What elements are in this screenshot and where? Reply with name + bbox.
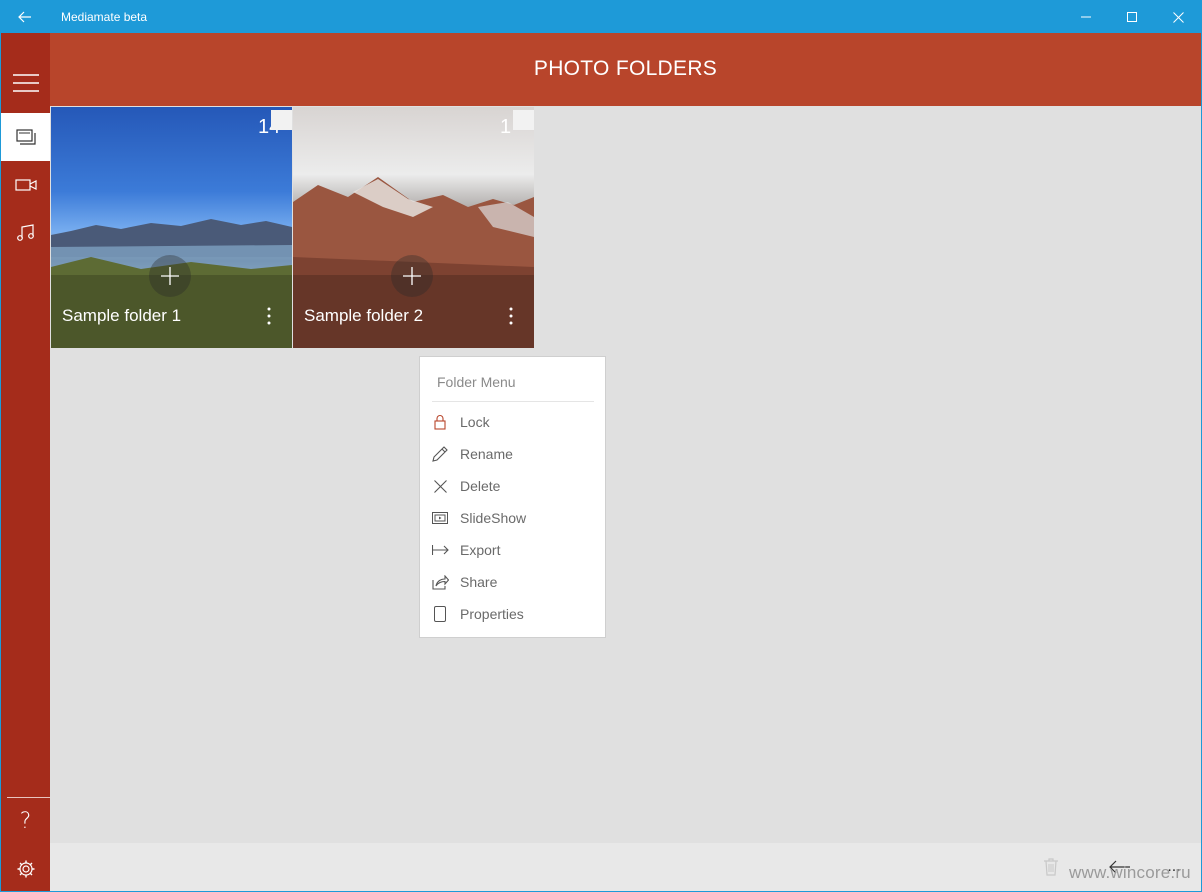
plus-icon [161, 267, 179, 285]
more-vertical-icon [509, 307, 513, 325]
folder-tile[interactable]: 1 Sample folder 2 [293, 107, 534, 348]
hamburger-icon [12, 74, 39, 92]
gear-icon [17, 860, 34, 878]
page-title: PHOTO FOLDERS [533, 57, 718, 80]
menu-item-label: Rename [460, 446, 513, 462]
more-options-button[interactable] [262, 304, 276, 328]
lock-icon [434, 415, 446, 430]
menu-item-properties[interactable]: Properties [420, 599, 605, 629]
folder-tile[interactable]: 14 Sample folder 1 [51, 107, 292, 348]
menu-item-label: Delete [460, 478, 501, 494]
menu-item-label: SlideShow [460, 510, 527, 526]
trash-icon [1044, 858, 1058, 876]
menu-item-label: Lock [460, 414, 490, 430]
photo-stack-icon [15, 129, 36, 145]
video-camera-icon [14, 179, 37, 191]
plus-icon [403, 267, 421, 285]
menu-item-delete[interactable]: Delete [420, 471, 605, 501]
page-header: PHOTO FOLDERS [50, 33, 1201, 106]
maximize-button[interactable] [1109, 1, 1155, 33]
minimize-icon [1081, 16, 1091, 18]
sidebar-item-photos[interactable] [1, 113, 50, 161]
folder-context-menu: Folder Menu Lock Rename Delete SlideShow [419, 356, 606, 638]
close-icon [1172, 11, 1184, 23]
hamburger-menu-button[interactable] [1, 59, 50, 107]
menu-item-lock[interactable]: Lock [420, 407, 605, 437]
minimize-button[interactable] [1063, 1, 1109, 33]
menu-title: Folder Menu [437, 374, 516, 390]
watermark: www.wincore.ru [1069, 863, 1191, 882]
slideshow-icon [432, 512, 448, 524]
properties-icon [434, 606, 446, 622]
menu-item-label: Export [460, 542, 501, 558]
close-icon [433, 479, 447, 493]
back-button[interactable] [1, 1, 49, 33]
bottom-app-bar: ... [50, 843, 1201, 891]
help-icon: ? [19, 808, 32, 834]
menu-item-label: Properties [460, 606, 524, 622]
folders-grid: 14 Sample folder 1 1 Sample folder 2 [50, 106, 1201, 843]
selection-checkbox[interactable] [271, 110, 292, 130]
music-note-icon [16, 224, 34, 241]
app-window: Mediamate beta ? PHOTO FOLDERS 14 Sample… [0, 0, 1202, 892]
menu-separator [432, 401, 594, 402]
add-button[interactable] [391, 255, 433, 297]
arrow-left-icon [18, 11, 31, 23]
delete-button[interactable] [1040, 851, 1062, 883]
export-icon [431, 545, 449, 555]
maximize-icon [1127, 12, 1137, 22]
selection-checkbox[interactable] [513, 110, 534, 130]
menu-item-label: Share [460, 574, 498, 590]
menu-item-export[interactable]: Export [420, 535, 605, 565]
menu-item-share[interactable]: Share [420, 567, 605, 597]
menu-item-slideshow[interactable]: SlideShow [420, 503, 605, 533]
pencil-icon [432, 446, 448, 462]
menu-item-rename[interactable]: Rename [420, 439, 605, 469]
more-options-button[interactable] [504, 304, 518, 328]
sidebar-item-music[interactable] [1, 209, 50, 257]
sidebar: ? [1, 33, 50, 891]
item-count: 1 [500, 116, 512, 138]
folder-name: Sample folder 2 [304, 306, 424, 325]
close-window-button[interactable] [1155, 1, 1201, 33]
folder-name: Sample folder 1 [62, 306, 182, 325]
window-title: Mediamate beta [61, 10, 148, 24]
add-button[interactable] [149, 255, 191, 297]
title-bar: Mediamate beta [1, 1, 1201, 33]
share-icon [431, 574, 449, 590]
more-vertical-icon [267, 307, 271, 325]
sidebar-item-videos[interactable] [1, 161, 50, 209]
help-button[interactable]: ? [1, 797, 50, 845]
settings-button[interactable] [1, 845, 50, 892]
